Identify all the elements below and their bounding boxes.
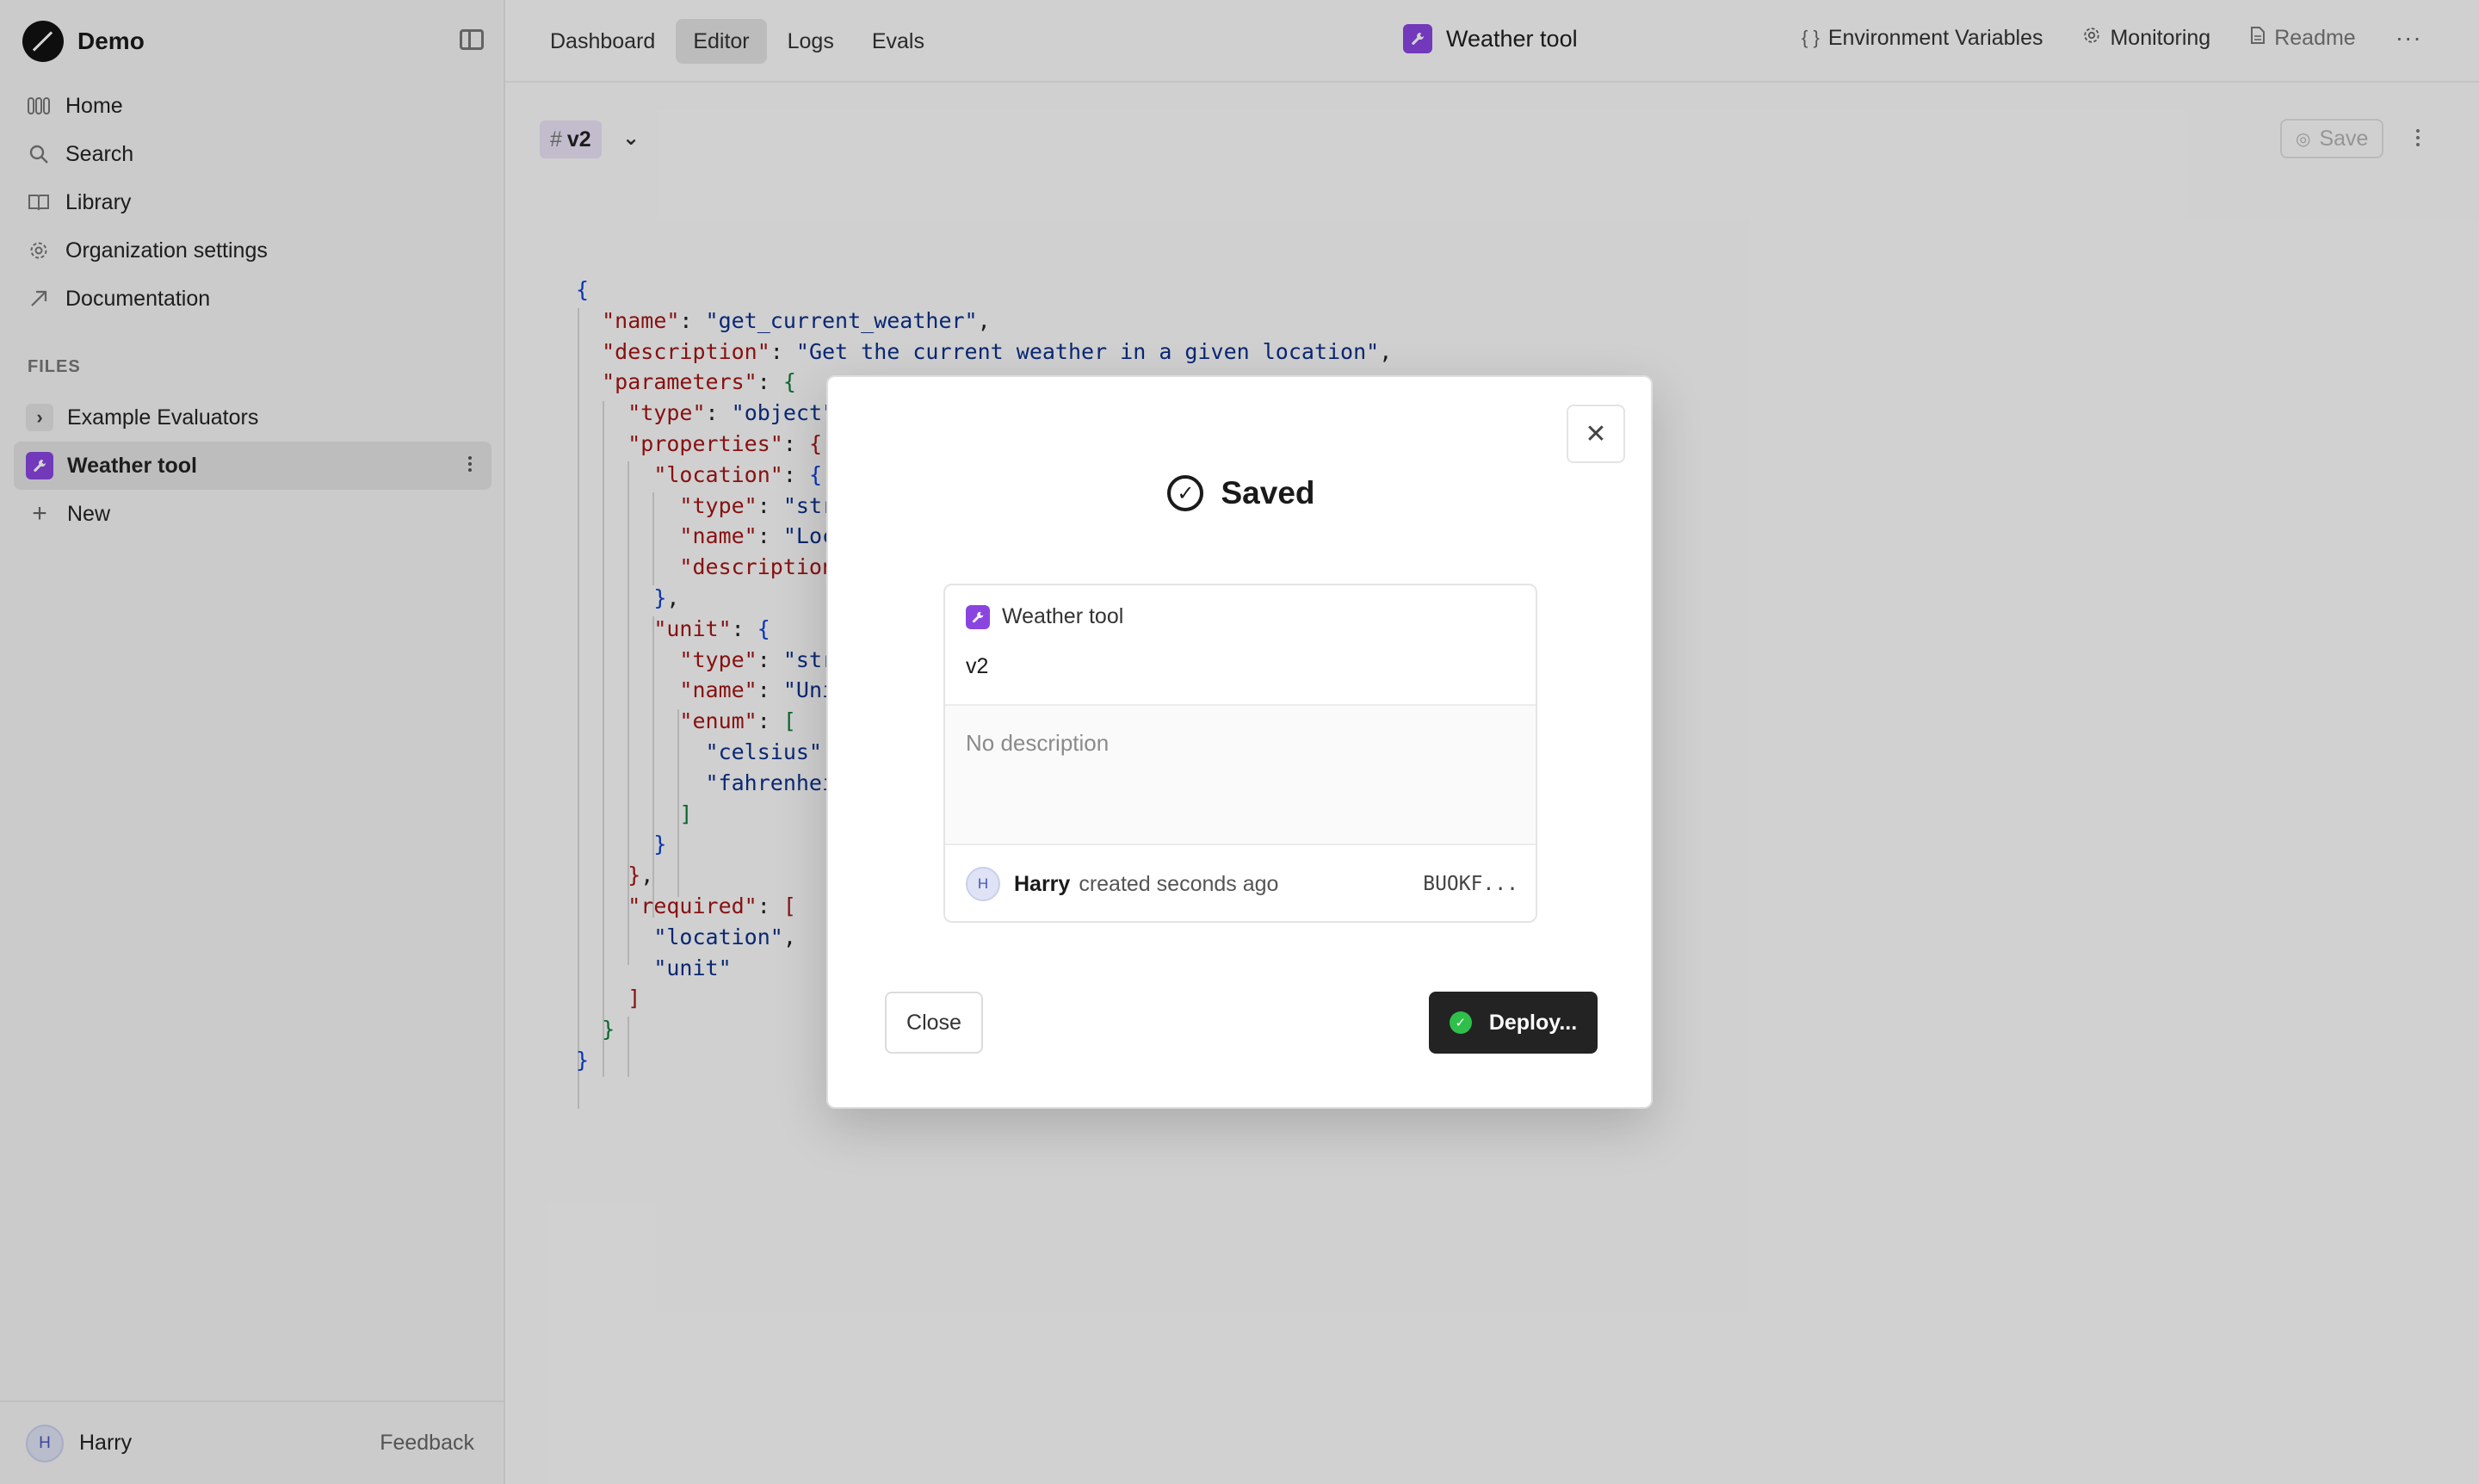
created-timestamp: created seconds ago xyxy=(1079,871,1279,896)
dialog-title-text: Saved xyxy=(1221,475,1315,510)
close-icon[interactable]: ✕ xyxy=(1567,405,1625,463)
wrench-icon xyxy=(966,604,990,629)
avatar: H xyxy=(966,867,1000,901)
version-description: No description xyxy=(945,706,1536,845)
author-name: Harry xyxy=(1014,871,1071,896)
saved-dialog: ✕ ✓ Saved Weather tool v2 No description… xyxy=(826,375,1653,1109)
version-card-version: v2 xyxy=(966,654,989,678)
check-circle-icon: ✓ xyxy=(1449,1011,1472,1034)
version-id[interactable]: BUOKF... xyxy=(1423,873,1518,895)
version-card-footer: H Harry created seconds ago BUOKF... xyxy=(945,845,1536,921)
deploy-label: Deploy... xyxy=(1488,1010,1578,1035)
dialog-title: ✓ Saved xyxy=(828,475,1654,511)
deploy-button[interactable]: ✓ Deploy... xyxy=(1429,992,1598,1054)
check-circle-icon: ✓ xyxy=(1167,475,1204,511)
close-button[interactable]: Close xyxy=(885,992,983,1054)
version-card: Weather tool v2 No description H Harry c… xyxy=(943,584,1537,923)
version-card-header: Weather tool v2 xyxy=(945,585,1536,706)
version-card-tool: Weather tool xyxy=(966,604,1123,629)
version-card-tool-name: Weather tool xyxy=(1002,604,1124,628)
